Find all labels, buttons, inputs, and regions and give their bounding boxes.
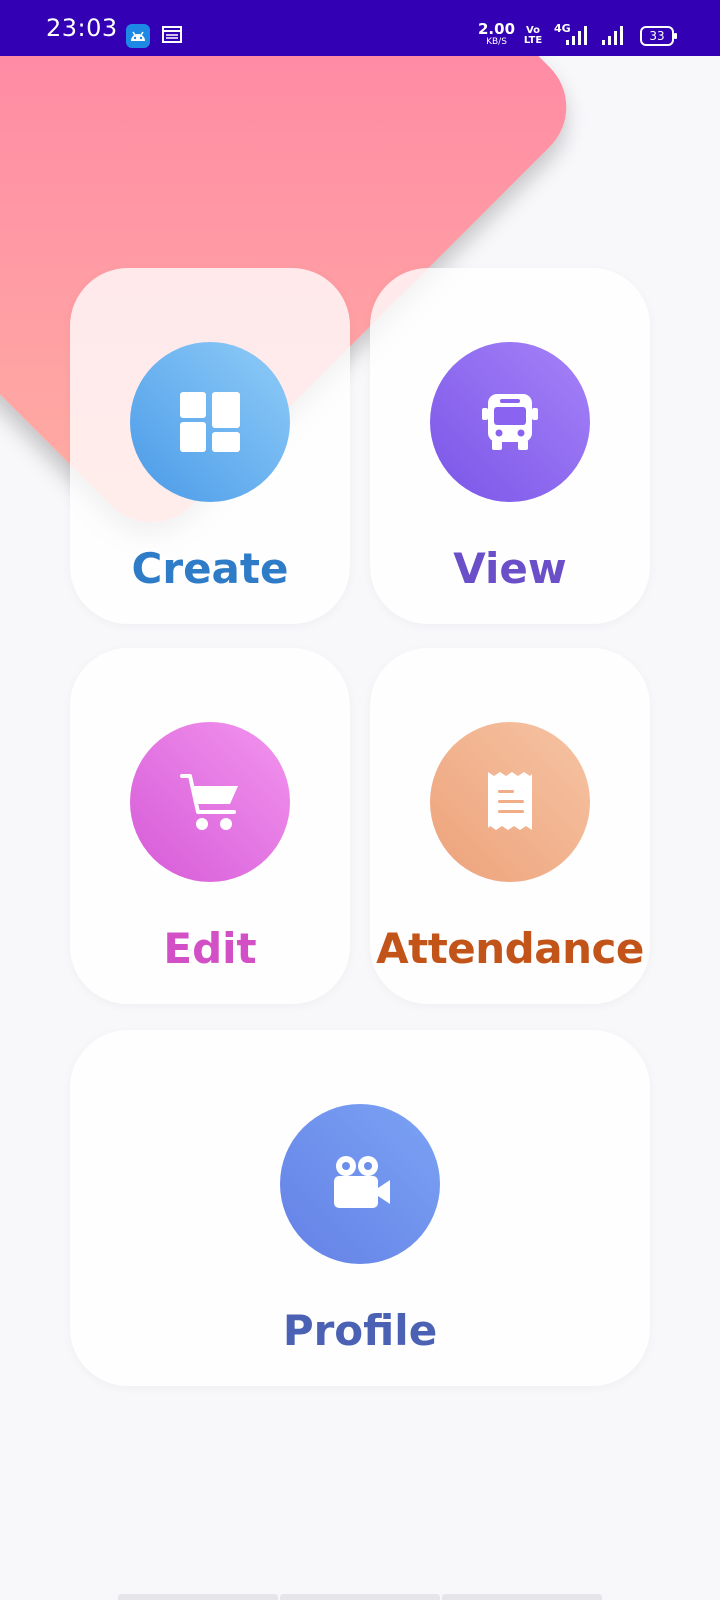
video-camera-icon xyxy=(334,1156,390,1208)
network-speed: 2.00 KB/S xyxy=(478,22,515,47)
battery-icon: 33 xyxy=(640,26,677,46)
view-icon-circle xyxy=(430,342,590,502)
receipt-icon xyxy=(488,772,532,830)
status-time: 23:03 xyxy=(46,14,118,42)
attendance-icon-circle xyxy=(430,722,590,882)
calendar-notification-icon xyxy=(162,25,182,47)
nav-segment-right[interactable] xyxy=(442,1594,602,1600)
cart-icon xyxy=(180,774,238,830)
android-notification-icon xyxy=(126,24,150,48)
nav-segment-left[interactable] xyxy=(118,1594,278,1600)
signal-strength-icon-2 xyxy=(602,24,624,50)
view-card[interactable]: View xyxy=(370,268,650,624)
gesture-navigation-bar[interactable] xyxy=(118,1594,602,1600)
edit-card[interactable]: Edit xyxy=(70,648,350,1004)
create-card[interactable]: Create xyxy=(70,268,350,624)
attendance-card[interactable]: Attendance xyxy=(370,648,650,1004)
network-speed-unit: KB/S xyxy=(486,37,507,47)
bus-icon xyxy=(482,394,538,450)
status-bar: 23:03 2.00 KB/S Vo LTE 4G 33 xyxy=(0,0,720,56)
volte-indicator: Vo LTE xyxy=(520,26,546,46)
profile-label: Profile xyxy=(282,1306,438,1355)
dashboard-icon xyxy=(180,392,240,452)
nav-segment-center[interactable] xyxy=(280,1594,440,1600)
profile-card[interactable]: Profile xyxy=(70,1030,650,1386)
profile-icon-circle xyxy=(280,1104,440,1264)
create-icon-circle xyxy=(130,342,290,502)
volte-line2: LTE xyxy=(523,35,543,46)
attendance-label: Attendance xyxy=(376,924,644,973)
edit-label: Edit xyxy=(163,924,257,973)
signal-strength-icon-1 xyxy=(566,24,588,50)
create-label: Create xyxy=(131,544,289,593)
edit-icon-circle xyxy=(130,722,290,882)
view-label: View xyxy=(453,544,567,593)
network-speed-value: 2.00 xyxy=(478,20,516,38)
